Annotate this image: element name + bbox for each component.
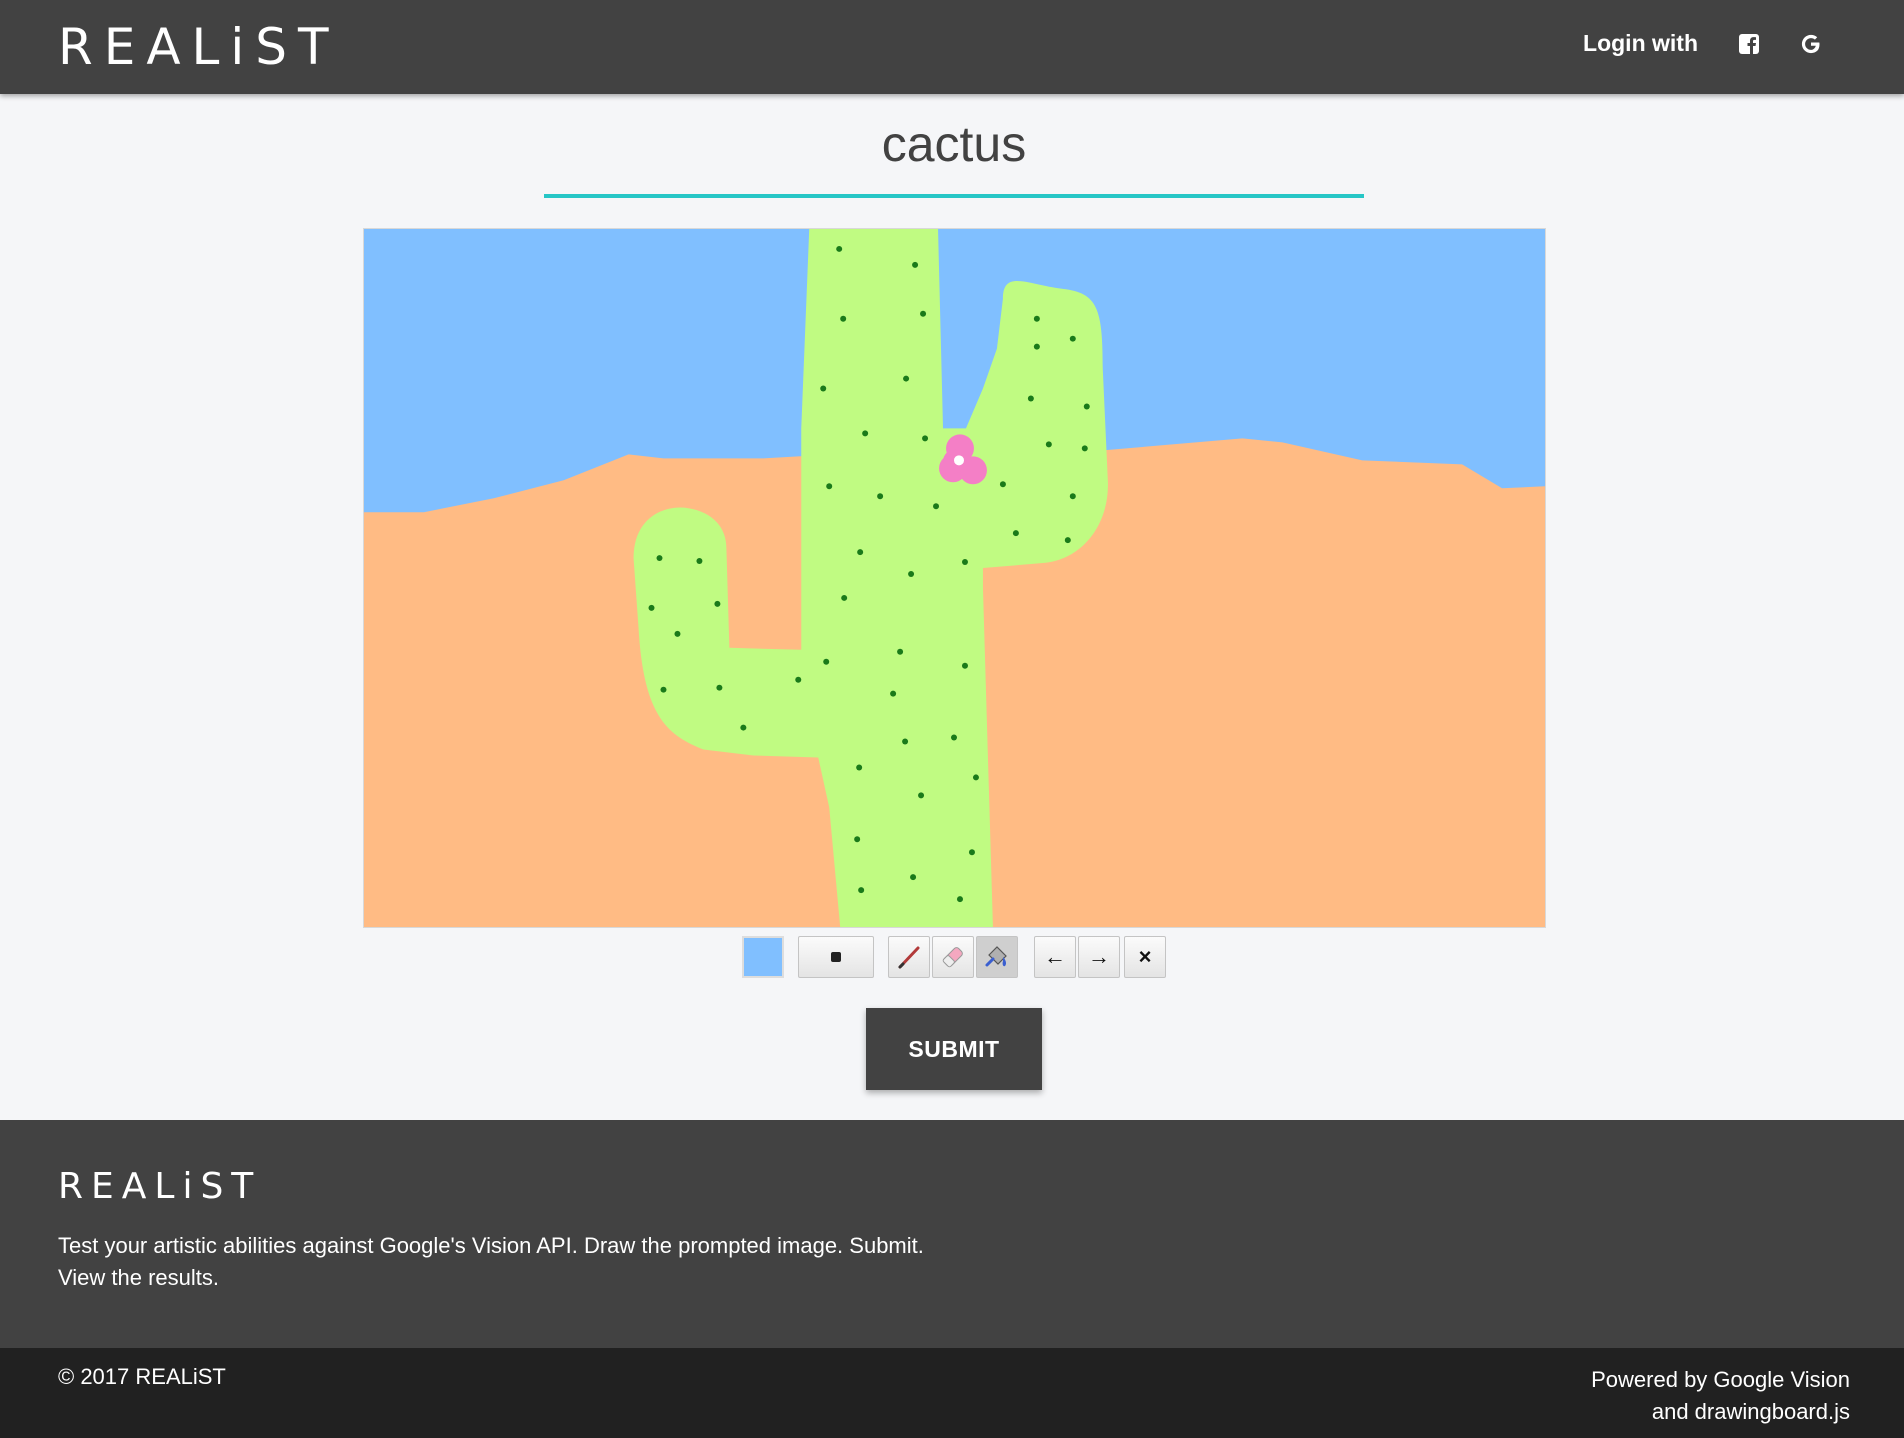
brush-size-button[interactable] bbox=[798, 936, 874, 978]
flower-center bbox=[954, 455, 964, 466]
pencil-icon bbox=[898, 946, 920, 969]
drawing-canvas[interactable] bbox=[363, 228, 1546, 928]
clear-button[interactable]: × bbox=[1124, 936, 1166, 978]
color-swatch[interactable] bbox=[742, 936, 784, 978]
copyright-bar: © 2017 REALiST Powered by Google Vision … bbox=[0, 1348, 1904, 1438]
close-icon: × bbox=[1138, 944, 1152, 969]
login-area: Login with bbox=[1583, 30, 1844, 57]
powered-by-text: Powered by Google Vision and drawingboar… bbox=[1591, 1364, 1850, 1428]
footer-description-line-2: View the results. bbox=[58, 1265, 220, 1290]
google-icon[interactable] bbox=[1800, 33, 1822, 55]
footer-brand: REALiST bbox=[58, 1166, 262, 1207]
copyright-text: © 2017 REALiST bbox=[58, 1364, 226, 1389]
cactus-drawing bbox=[364, 229, 1545, 927]
footer-description: Test your artistic abilities against Goo… bbox=[58, 1230, 958, 1294]
navbar: REALiST Login with bbox=[0, 0, 1904, 94]
redo-button[interactable]: → bbox=[1078, 936, 1120, 978]
powered-by-line-1: Powered by Google Vision bbox=[1591, 1367, 1850, 1392]
facebook-icon[interactable] bbox=[1738, 33, 1760, 55]
paint-bucket-icon bbox=[985, 946, 1007, 967]
brand-logo[interactable]: REALiST bbox=[58, 18, 340, 76]
footer-description-line-1: Test your artistic abilities against Goo… bbox=[58, 1233, 924, 1258]
footer: REALiST Test your artistic abilities aga… bbox=[0, 1120, 1904, 1348]
eraser-icon bbox=[942, 947, 963, 968]
undo-button[interactable]: ← bbox=[1034, 936, 1076, 978]
fill-tool-button[interactable] bbox=[976, 936, 1018, 978]
submit-button[interactable]: SUBMIT bbox=[866, 1008, 1042, 1090]
powered-by-line-2: and drawingboard.js bbox=[1651, 1399, 1850, 1424]
undo-arrow-icon: ← bbox=[1044, 944, 1066, 969]
eraser-tool-button[interactable] bbox=[932, 936, 974, 978]
redo-arrow-icon: → bbox=[1088, 944, 1110, 969]
pencil-tool-button[interactable] bbox=[888, 936, 930, 978]
brush-size-dot-icon bbox=[831, 952, 841, 962]
prompt-word: cactus bbox=[881, 116, 1027, 172]
prompt-area: cactus bbox=[544, 110, 1364, 198]
prompt-underline bbox=[544, 194, 1364, 198]
login-label: Login with bbox=[1583, 30, 1698, 56]
